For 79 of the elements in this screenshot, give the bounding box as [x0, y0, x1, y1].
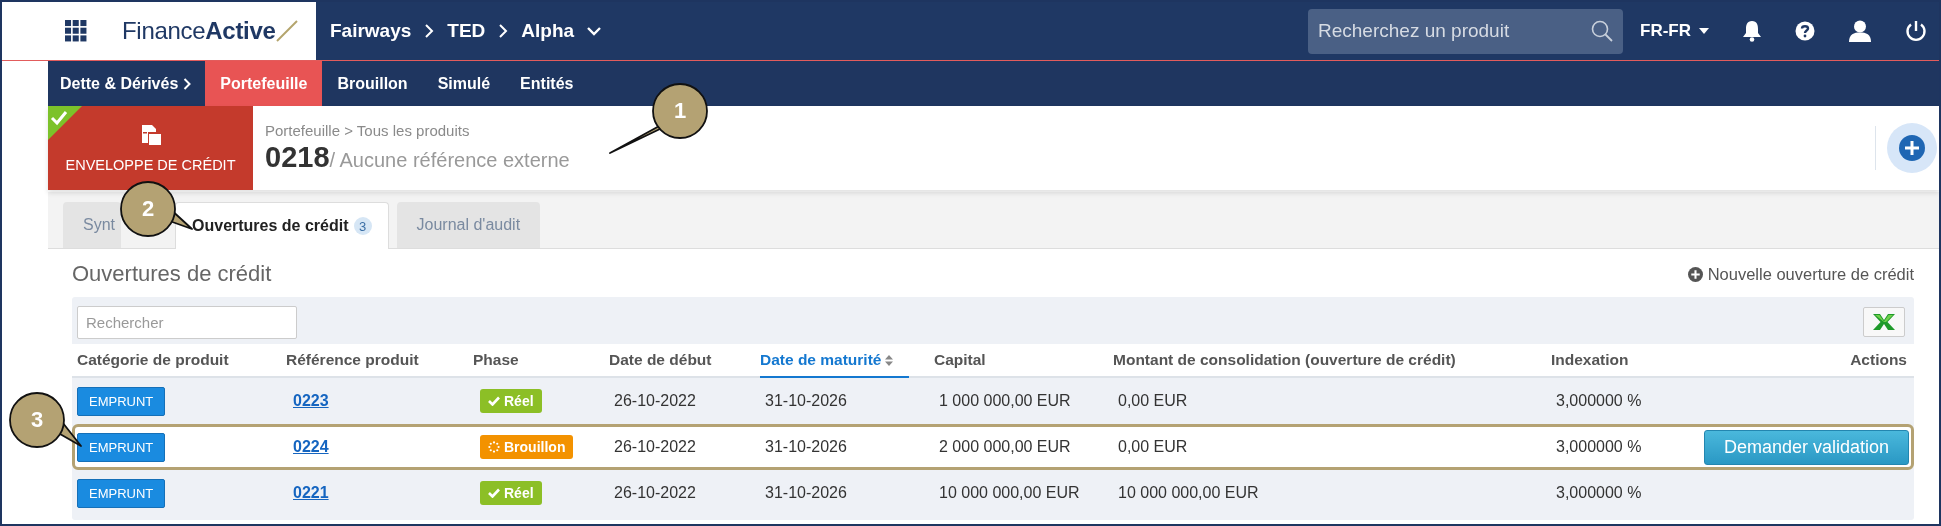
- phase-badge: Brouillon: [480, 435, 574, 459]
- spreadsheet-icon: [1872, 313, 1896, 331]
- apps-grid-icon[interactable]: [65, 20, 87, 42]
- product-link[interactable]: 0224: [286, 438, 329, 456]
- logo-text: FinanceActive: [122, 17, 276, 45]
- product-link[interactable]: 0223: [286, 392, 329, 410]
- nav-tab[interactable]: Portefeuille: [205, 61, 323, 106]
- new-credit-link[interactable]: Nouvelle ouverture de crédit: [1687, 264, 1914, 284]
- chevron-right-icon: [498, 24, 509, 38]
- column-header[interactable]: Capital: [934, 344, 1113, 376]
- callout-number: 2: [140, 196, 156, 222]
- help-icon[interactable]: [1795, 21, 1815, 41]
- category-tag: EMPRUNT: [77, 386, 166, 416]
- product-link[interactable]: 0221: [286, 484, 329, 502]
- caret-down-icon[interactable]: [1699, 28, 1709, 34]
- column-header[interactable]: Montant de consolidation (ouverture de crédit): [1113, 344, 1551, 376]
- search-field[interactable]: Recherchez un produit: [1316, 19, 1591, 43]
- context-link[interactable]: Alpha: [521, 20, 575, 42]
- category-tag: EMPRUNT: [77, 432, 166, 462]
- category-tag: EMPRUNT: [77, 478, 166, 508]
- table-cell-text: 31-10-2026: [764, 438, 848, 456]
- table-cell-text: 1 000 000,00 EUR: [938, 392, 1072, 410]
- table-cell-text: 3,000000 %: [1555, 392, 1643, 410]
- nav-tab[interactable]: Entités: [505, 61, 589, 106]
- add-button[interactable]: [1887, 123, 1937, 173]
- nav-tab[interactable]: Brouillon: [322, 61, 423, 106]
- table-cell-text: 31-10-2026: [764, 392, 848, 410]
- search-box[interactable]: Recherchez un produit: [1308, 8, 1623, 54]
- chevron-down-icon[interactable]: [587, 26, 602, 36]
- sort-icon: [885, 354, 894, 366]
- plus-circle-icon: [1687, 266, 1703, 282]
- table-cell-text: 0,00 EUR: [1117, 438, 1189, 456]
- plus-icon: [1899, 135, 1925, 161]
- table-cell-text: 10 000 000,00 EUR: [1117, 484, 1260, 502]
- callout-number: 1: [672, 98, 688, 124]
- table-cell-text: 0,00 EUR: [1117, 392, 1189, 410]
- user-icon[interactable]: [1848, 20, 1872, 42]
- table-cell-text: 10 000 000,00 EUR: [938, 484, 1081, 502]
- search-field[interactable]: Rechercher: [77, 305, 297, 339]
- search-icon[interactable]: [1591, 20, 1613, 42]
- chevron-right-icon: [183, 77, 192, 90]
- spinner-icon: [488, 441, 500, 453]
- column-header[interactable]: Phase: [473, 344, 609, 376]
- column-header[interactable]: Actions: [1701, 344, 1909, 376]
- count-badge: 3: [353, 217, 372, 235]
- callout-number: 3: [29, 407, 45, 433]
- table-cell-text: 31-10-2026: [764, 484, 848, 502]
- section-menu[interactable]: Dette & Dérivés: [48, 61, 179, 106]
- power-icon[interactable]: [1905, 20, 1927, 42]
- table-cell-text: 2 000 000,00 EUR: [938, 438, 1072, 456]
- check-icon: [488, 488, 500, 498]
- tab[interactable]: Ouvertures de crédit 3: [175, 202, 389, 249]
- column-header[interactable]: Date de début: [609, 344, 760, 376]
- bell-icon[interactable]: [1742, 20, 1762, 42]
- language-selector[interactable]: FR-FR: [1640, 21, 1691, 41]
- nav-tab[interactable]: Simulé: [422, 61, 506, 106]
- product-number: 0218: [265, 141, 330, 174]
- excel-export-button[interactable]: [1863, 307, 1905, 337]
- column-header[interactable]: Catégorie de produit: [77, 344, 286, 376]
- logo-slash-icon: [275, 20, 298, 42]
- breadcrumb: Portefeuille > Tous les produits: [265, 122, 471, 139]
- check-icon: [488, 396, 500, 406]
- context-link[interactable]: TED: [447, 20, 486, 42]
- table-cell-text: 26-10-2022: [613, 484, 697, 502]
- table-cell-text: 3,000000 %: [1555, 484, 1643, 502]
- table-cell-text: 26-10-2022: [613, 438, 697, 456]
- table-cell-text: 3,000000 %: [1555, 438, 1643, 456]
- phase-badge: Réel: [480, 389, 542, 413]
- external-reference: / Aucune référence externe: [329, 149, 570, 172]
- document-icon: [139, 123, 162, 148]
- context-link[interactable]: Fairways: [330, 20, 412, 42]
- table-cell-text: 26-10-2022: [613, 392, 697, 410]
- column-header[interactable]: Référence produit: [286, 344, 473, 376]
- phase-badge: Réel: [480, 481, 542, 505]
- column-header[interactable]: Indexation: [1551, 344, 1701, 376]
- chevron-right-icon: [424, 24, 435, 38]
- product-type-label: ENVELOPPE DE CRÉDIT: [65, 156, 236, 173]
- column-header[interactable]: Date de maturité: [760, 344, 909, 378]
- section-title: Ouvertures de crédit: [72, 261, 272, 287]
